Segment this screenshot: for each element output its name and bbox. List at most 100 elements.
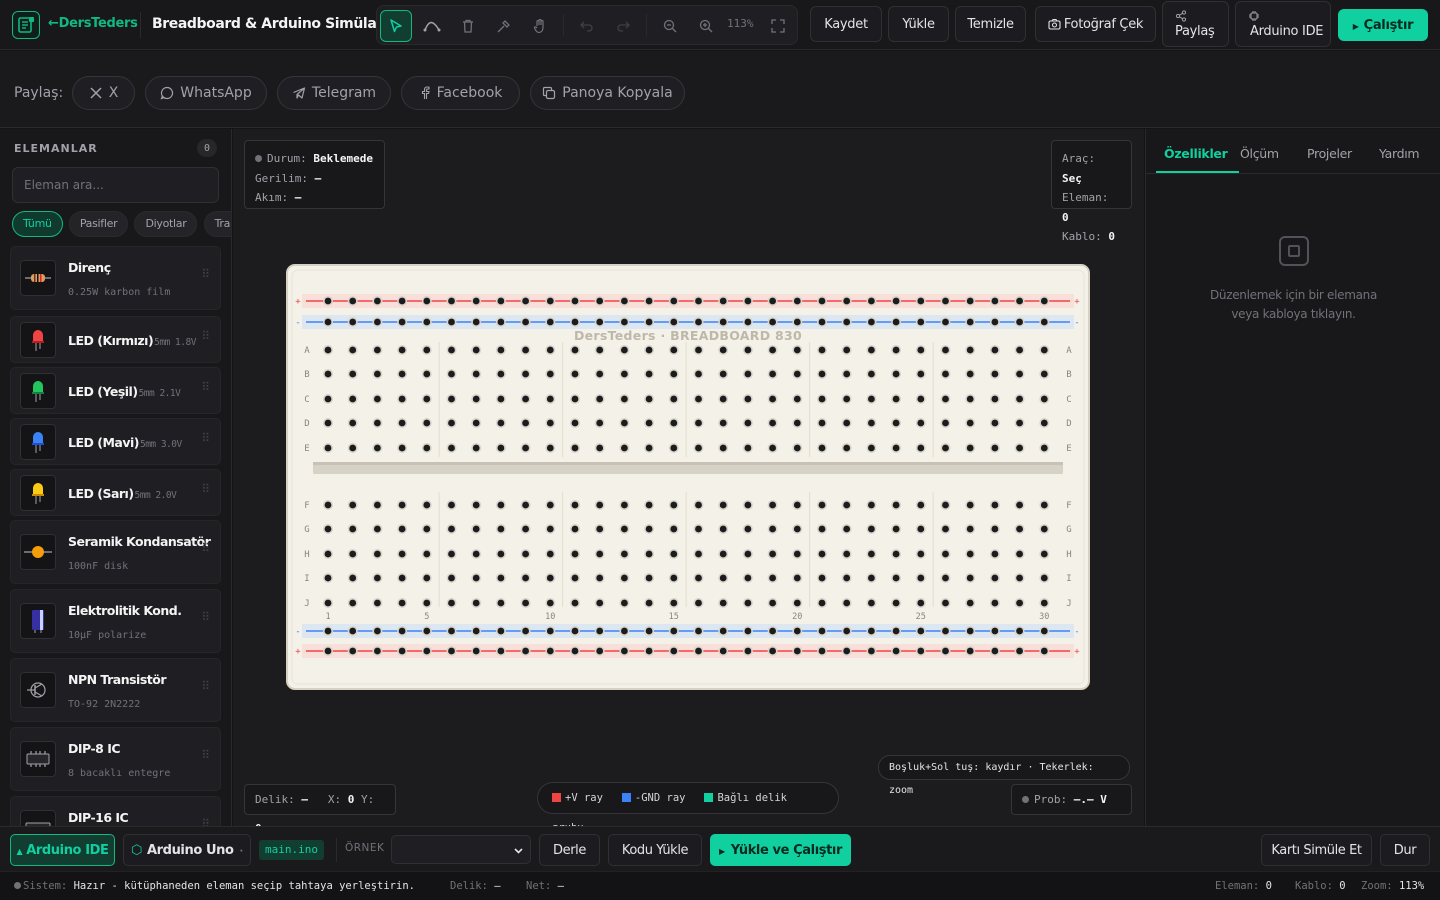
filter-diodes[interactable]: Diyotlar <box>134 211 198 237</box>
share-facebook-button[interactable]: Facebook <box>401 76 520 110</box>
upload-code-button[interactable]: Kodu Yükle <box>608 834 702 866</box>
component-item-resistor[interactable]: Direnç 0.25W karbon film ⠿ <box>10 246 221 310</box>
clear-button[interactable]: Temizle <box>955 6 1026 42</box>
compile-button[interactable]: Derle <box>539 834 600 866</box>
drag-handle-icon[interactable]: ⠿ <box>201 542 211 554</box>
breadboard-hole <box>868 501 875 509</box>
undo-button[interactable] <box>571 10 603 42</box>
breadboard-label: C <box>1066 395 1071 405</box>
breadboard-hole <box>942 346 949 354</box>
filter-all[interactable]: Tümü <box>12 211 63 237</box>
component-item-led-yellow[interactable]: LED (Sarı)5mm 2.0V ⠿ <box>10 469 221 516</box>
board-select[interactable]: ⬡ Arduino Uno · <box>123 834 251 866</box>
drag-handle-icon[interactable]: ⠿ <box>201 381 211 393</box>
component-desc: TO-92 2N2222 <box>68 699 141 710</box>
breadboard-hole <box>522 647 529 655</box>
breadboard-hole <box>892 297 900 305</box>
tab-measurement[interactable]: Ölçüm <box>1240 146 1279 161</box>
pan-tool-button[interactable] <box>524 10 556 42</box>
drag-handle-icon[interactable]: ⠿ <box>201 749 211 761</box>
share-button[interactable]: Paylaş <box>1162 1 1229 47</box>
drag-handle-icon[interactable]: ⠿ <box>201 483 211 495</box>
zoom-level: 113% <box>727 17 754 30</box>
upload-and-run-button[interactable]: ▶ Yükle ve Çalıştır <box>710 834 851 866</box>
share-telegram-button[interactable]: Telegram <box>277 76 391 110</box>
breadboard-hole <box>719 395 727 403</box>
workspace-canvas[interactable]: Durum: Beklemede Gerilim: — Akım: — Araç… <box>233 129 1144 835</box>
component-item-electrolytic-capacitor[interactable]: Elektrolitik Kond. 10µF polarize ⠿ <box>10 589 221 653</box>
breadboard-hole <box>645 444 653 452</box>
redo-button[interactable] <box>607 10 639 42</box>
breadboard-hole <box>744 501 752 509</box>
probe-tool-button[interactable] <box>488 10 520 42</box>
breadboard-hole <box>448 525 455 533</box>
breadboard-hole <box>621 444 628 452</box>
drag-handle-icon[interactable]: ⠿ <box>201 432 211 444</box>
share-whatsapp-label: WhatsApp <box>180 85 252 101</box>
zoom-out-button[interactable] <box>654 10 686 42</box>
led-green-icon <box>20 372 56 409</box>
filter-transistors[interactable]: Transistörler <box>203 211 231 237</box>
breadboard-hole <box>546 599 554 607</box>
copy-link-button[interactable]: Panoya Kopyala <box>530 76 685 110</box>
breadboard-hole <box>398 297 406 305</box>
tab-properties[interactable]: Özellikler <box>1164 146 1228 161</box>
fit-screen-button[interactable] <box>762 10 794 42</box>
breadboard-hole <box>942 501 949 509</box>
file-name-badge[interactable]: main.ino <box>259 840 324 860</box>
breadboard-hole <box>670 419 678 427</box>
component-item-led-red[interactable]: LED (Kırmızı)5mm 1.8V ⠿ <box>10 316 221 363</box>
tab-help[interactable]: Yardım <box>1379 146 1420 161</box>
share-whatsapp-button[interactable]: WhatsApp <box>145 76 267 110</box>
breadboard-label: - <box>295 318 300 328</box>
component-item-dip8-ic[interactable]: DIP-8 IC 8 bacaklı entegre ⠿ <box>10 727 221 791</box>
delete-tool-button[interactable] <box>452 10 484 42</box>
breadboard[interactable]: + +- -- -+ +A AB BC CD DE EF FG GH HI IJ J1 5 10 15 20 25 30… <box>286 264 1090 690</box>
breadboard-hole <box>349 550 357 558</box>
photo-button[interactable]: Fotoğraf Çek <box>1035 6 1156 42</box>
breadboard-hole <box>868 599 875 607</box>
save-button[interactable]: Kaydet <box>810 6 882 42</box>
filter-passives[interactable]: Pasifler <box>68 211 129 237</box>
breadboard-hole <box>423 346 431 354</box>
breadboard-hole <box>645 574 653 582</box>
breadboard-hole <box>843 370 851 378</box>
breadboard-hole <box>546 318 554 326</box>
select-tool-button[interactable] <box>380 10 412 42</box>
component-item-dip16-ic[interactable]: DIP-16 IC ⠿ <box>10 796 221 826</box>
stop-button[interactable]: Dur <box>1380 834 1430 866</box>
tab-projects[interactable]: Projeler <box>1307 146 1352 161</box>
share-x-button[interactable]: X <box>72 76 135 110</box>
legend-swatch-positive <box>552 793 561 802</box>
breadboard-hole <box>349 627 357 635</box>
component-item-ceramic-capacitor[interactable]: Seramik Kondansatör 100nF disk ⠿ <box>10 520 221 584</box>
app-logo-icon[interactable] <box>12 11 40 39</box>
breadboard-hole <box>472 444 480 452</box>
back-link[interactable]: ←DersTeders <box>48 16 138 31</box>
breadboard-label: 25 <box>916 612 926 622</box>
component-search-input[interactable] <box>12 167 219 203</box>
run-button[interactable]: ▶ Çalıştır <box>1338 9 1428 41</box>
arduino-ide-button[interactable]: Arduino IDE <box>1235 1 1331 47</box>
component-item-led-blue[interactable]: LED (Mavi)5mm 3.0V ⠿ <box>10 418 221 465</box>
breadboard-hole <box>645 627 653 635</box>
drag-handle-icon[interactable]: ⠿ <box>201 268 211 280</box>
arduino-ide-toggle[interactable]: ▲ Arduino IDE <box>10 834 115 866</box>
breadboard-label: 5 <box>424 612 429 622</box>
breadboard-hole <box>1016 599 1023 607</box>
drag-handle-icon[interactable]: ⠿ <box>201 680 211 692</box>
breadboard-hole <box>793 550 801 558</box>
probe-dot-icon <box>1022 796 1029 803</box>
wire-tool-button[interactable] <box>416 10 448 42</box>
breadboard-hole <box>1016 370 1023 378</box>
example-select[interactable] <box>391 835 531 864</box>
load-button[interactable]: Yükle <box>888 6 949 42</box>
breadboard-hole <box>423 647 431 655</box>
drag-handle-icon[interactable]: ⠿ <box>201 330 211 342</box>
zoom-in-button[interactable] <box>690 10 722 42</box>
breadboard-hole <box>423 501 431 509</box>
simulate-board-button[interactable]: Kartı Simüle Et <box>1261 834 1372 866</box>
component-item-npn-transistor[interactable]: NPN Transistör TO-92 2N2222 ⠿ <box>10 658 221 722</box>
drag-handle-icon[interactable]: ⠿ <box>201 611 211 623</box>
component-item-led-green[interactable]: LED (Yeşil)5mm 2.1V ⠿ <box>10 367 221 414</box>
